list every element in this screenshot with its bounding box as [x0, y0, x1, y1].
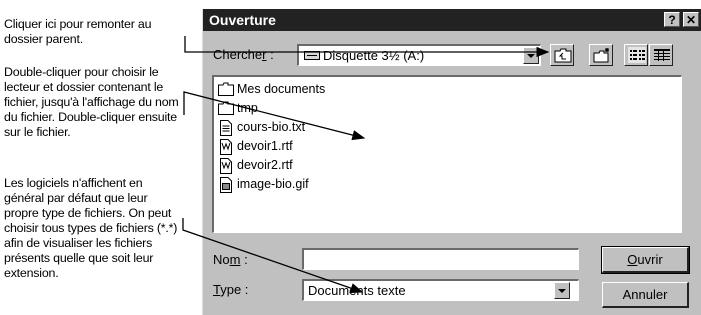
open-dialog: Ouverture ? ✕ Chercher : Disquette 3½ (A… — [202, 9, 701, 315]
name-label: Nom : — [213, 252, 248, 267]
annotation-double-click: Double-cliquer pour choisir le lecteur e… — [4, 65, 179, 139]
file-list[interactable]: Mes documents tmp cours-bio.txt devoir1.… — [212, 75, 682, 233]
image-file-icon — [220, 177, 232, 193]
file-name: tmp — [237, 101, 258, 115]
look-in-dropdown[interactable]: Disquette 3½ (A:) — [297, 44, 541, 66]
list-view-icon — [628, 47, 646, 63]
title-bar: Ouverture ? ✕ — [203, 9, 701, 31]
list-view-button[interactable] — [624, 44, 648, 66]
file-name: image-bio.gif — [237, 177, 309, 191]
type-dropdown[interactable]: Documents texte — [302, 279, 579, 301]
wordpad-file-icon — [220, 158, 232, 174]
help-button[interactable]: ? — [664, 12, 680, 27]
chevron-down-icon[interactable] — [554, 282, 570, 299]
new-folder-icon — [593, 48, 609, 63]
file-name: Mes documents — [237, 82, 326, 96]
new-folder-button[interactable] — [589, 44, 613, 66]
details-view-icon — [654, 49, 670, 61]
text-file-icon — [220, 120, 232, 136]
folder-up-icon — [554, 48, 572, 63]
type-value: Documents texte — [308, 283, 406, 298]
close-button[interactable]: ✕ — [683, 12, 699, 27]
chevron-down-icon[interactable] — [523, 47, 539, 64]
file-name: devoir2.rtf — [237, 158, 293, 172]
annotation-parent-folder: Cliquer ici pour remonter au dossier par… — [4, 17, 152, 46]
look-in-value: Disquette 3½ (A:) — [323, 48, 425, 63]
dialog-title: Ouverture — [209, 12, 276, 28]
folder-icon — [218, 101, 234, 115]
wordpad-file-icon — [220, 139, 232, 155]
details-view-button[interactable] — [649, 44, 673, 66]
cancel-button[interactable]: Annuler — [602, 282, 689, 308]
folder-icon — [218, 82, 234, 96]
file-name: cours-bio.txt — [237, 120, 306, 134]
look-in-label: Chercher : — [213, 47, 274, 62]
open-button[interactable]: Ouvrir — [601, 246, 690, 274]
name-input[interactable] — [302, 248, 579, 270]
file-name: devoir1.rtf — [237, 139, 293, 153]
up-one-level-button[interactable] — [550, 44, 574, 66]
type-label: Type : — [213, 282, 249, 297]
annotation-file-type: Les logiciels n'affichent en général par… — [4, 176, 178, 280]
floppy-drive-icon — [304, 51, 320, 60]
